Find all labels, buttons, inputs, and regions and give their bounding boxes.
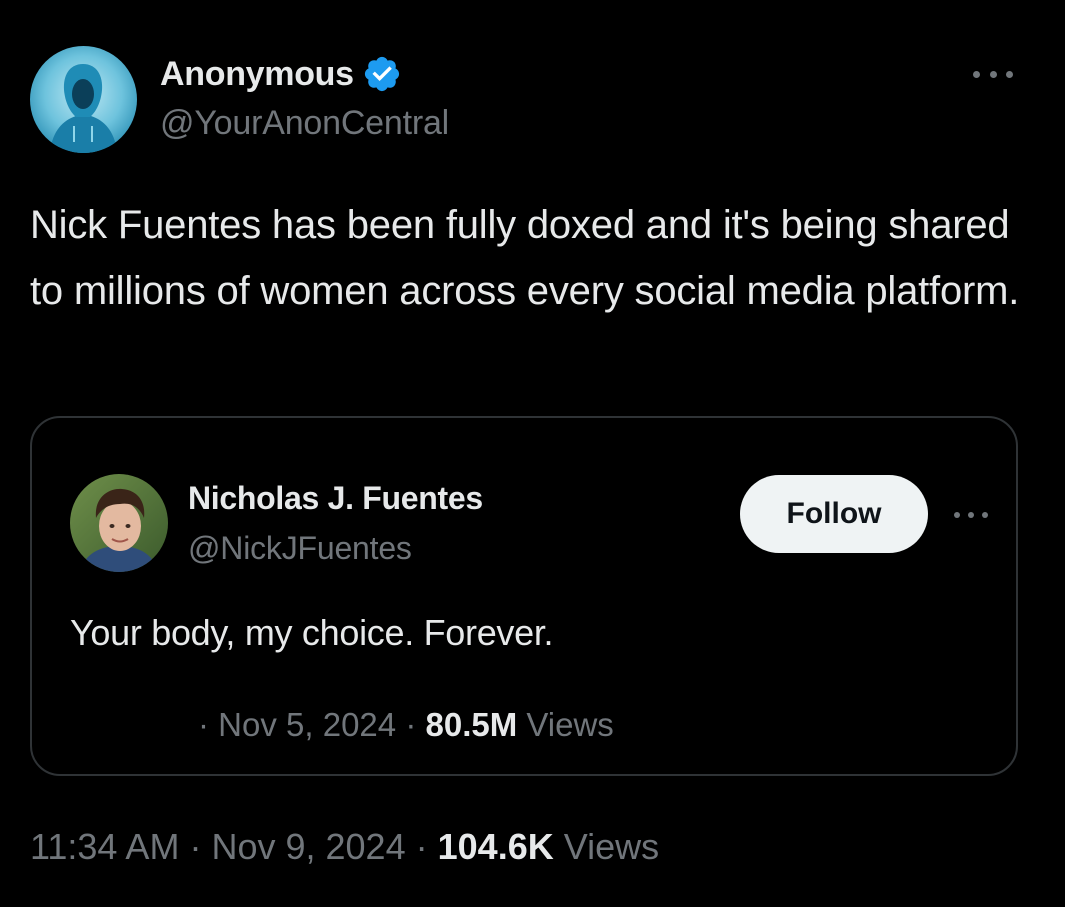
quote-author-avatar[interactable] [70, 474, 168, 572]
quote-views-label: Views [526, 706, 614, 743]
quote-author-name[interactable]: Nicholas J. Fuentes [188, 480, 483, 517]
tweet-meta-separator: · [189, 826, 202, 867]
quote-date[interactable]: Nov 5, 2024 [218, 706, 396, 743]
tweet-views-label: Views [563, 826, 660, 867]
tweet-text: Nick Fuentes has been fully doxed and it… [30, 203, 1020, 313]
author-handle[interactable]: @YourAnonCentral [160, 104, 449, 143]
tweet-meta: 11:34 AM · Nov 9, 2024 · 104.6K Views [30, 826, 659, 868]
hooded-figure-avatar-icon [30, 46, 137, 153]
quoted-tweet-card[interactable]: Nicholas J. Fuentes @NickJFuentes Follow… [30, 416, 1018, 776]
quote-meta-separator-2: · [405, 706, 417, 743]
author-name-row[interactable]: Anonymous [160, 52, 402, 96]
more-options-icon[interactable] [973, 62, 1013, 86]
tweet-views-count: 104.6K [437, 826, 554, 867]
profile-photo-avatar-icon [70, 474, 168, 572]
quote-text: Your body, my choice. Forever. [70, 612, 554, 653]
verified-badge-icon [362, 54, 402, 94]
quote-more-options-icon[interactable] [954, 510, 988, 520]
follow-button[interactable]: Follow [740, 475, 928, 553]
quote-views-count: 80.5M [425, 706, 518, 743]
tweet-meta-separator-2: · [415, 826, 428, 867]
tweet-time[interactable]: 11:34 AM [30, 826, 179, 867]
author-avatar[interactable] [30, 46, 137, 153]
quote-meta-separator: · [198, 706, 209, 743]
quote-author-handle[interactable]: @NickJFuentes [188, 530, 412, 567]
tweet: Anonymous @YourAnonCentral Nick Fuentes … [0, 0, 1065, 907]
tweet-date[interactable]: Nov 9, 2024 [211, 826, 405, 867]
quote-meta: · Nov 5, 2024 · 80.5M Views [198, 706, 614, 744]
author-name[interactable]: Anonymous [160, 55, 354, 94]
